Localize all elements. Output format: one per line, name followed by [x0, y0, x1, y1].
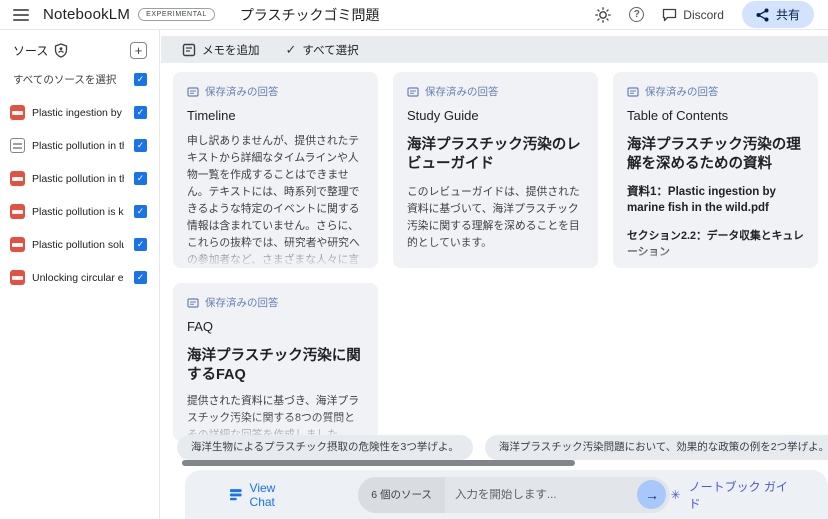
note-card-table-of-contents[interactable]: 保存済みの回答 Table of Contents 海洋プラスチック汚染の理解を…: [613, 72, 818, 268]
discord-link[interactable]: Discord: [662, 8, 724, 22]
view-chat-icon: [229, 488, 243, 501]
source-label: Unlocking circular ec...: [32, 272, 124, 284]
select-all-notes-button[interactable]: ✓ すべて選択: [286, 42, 359, 58]
experimental-badge: EXPERIMENTAL: [138, 8, 215, 21]
source-checkbox[interactable]: [134, 205, 147, 218]
sources-list: Plastic ingestion by m... Plastic pollut…: [0, 96, 159, 294]
saved-response-icon: [187, 297, 199, 309]
share-button[interactable]: 共有: [742, 1, 814, 28]
select-all-sources-label: すべてのソースを選択: [13, 72, 116, 87]
main-area: メモを追加 ✓ すべて選択 保存済みの回答 Timeline 申し訳ありませんが…: [161, 30, 828, 519]
select-all-sources-checkbox[interactable]: [134, 73, 147, 86]
privacy-shield-icon: [54, 43, 68, 58]
note-title: Study Guide: [407, 108, 584, 123]
top-header: NotebookLM EXPERIMENTAL プラスチックゴミ問題 ? Dis…: [0, 0, 828, 30]
theme-toggle-icon: [595, 7, 611, 23]
note-title: Table of Contents: [627, 108, 804, 123]
pdf-icon: [10, 171, 25, 186]
note-title: Timeline: [187, 108, 364, 123]
saved-response-icon: [407, 86, 419, 98]
pdf-icon: [10, 270, 25, 285]
chat-panel: View Chat 6 個のソース → ✳ ノートブック ガイド: [185, 470, 828, 519]
source-count-chip[interactable]: 6 個のソース: [358, 477, 445, 513]
discord-label: Discord: [683, 8, 724, 22]
source-checkbox[interactable]: [134, 106, 147, 119]
pdf-icon: [10, 105, 25, 120]
suggested-questions-row: 海洋生物によるプラスチック摂取の危険性を3つ挙げよ。 海洋プラスチック汚染問題に…: [177, 435, 828, 460]
add-note-icon: [182, 43, 196, 57]
check-icon: ✓: [286, 42, 297, 58]
saved-response-label: 保存済みの回答: [425, 84, 499, 99]
note-bold-line: セクション2.2：データ収集とキュレーション: [627, 227, 804, 259]
menu-icon[interactable]: [13, 9, 29, 21]
source-item[interactable]: Plastic pollution in the...: [0, 129, 159, 162]
chat-input[interactable]: [445, 489, 638, 501]
note-subheading: 用語集: [407, 264, 584, 268]
add-source-button[interactable]: +: [130, 42, 147, 59]
source-checkbox[interactable]: [134, 139, 147, 152]
notebook-guide-label: ノートブック ガイド: [689, 478, 796, 512]
theme-toggle-button[interactable]: [595, 7, 611, 23]
app-logo: NotebookLM: [43, 6, 130, 23]
source-checkbox[interactable]: [134, 271, 147, 284]
saved-response-label: 保存済みの回答: [205, 84, 279, 99]
chat-bubble-icon: [662, 8, 677, 22]
source-label: Plastic pollution soluti...: [32, 239, 124, 251]
note-heading: 海洋プラスチック汚染に関するFAQ: [187, 347, 364, 385]
add-note-button[interactable]: メモを追加: [182, 42, 260, 58]
saved-response-icon: [187, 86, 199, 98]
pdf-icon: [10, 237, 25, 252]
source-label: Plastic pollution is killi...: [32, 206, 124, 218]
horizontal-scrollbar-thumb[interactable]: [182, 460, 575, 466]
sources-sidebar: ソース + すべてのソースを選択 Plastic ingestion by m.…: [0, 30, 160, 519]
source-checkbox[interactable]: [134, 238, 147, 251]
notebook-guide-button[interactable]: ✳ ノートブック ガイド: [671, 478, 797, 512]
source-item[interactable]: Unlocking circular ec...: [0, 261, 159, 294]
saved-notes-grid: 保存済みの回答 Timeline 申し訳ありませんが、提供されたテキストから詳細…: [173, 72, 818, 441]
select-all-sources-row: すべてのソースを選択: [0, 59, 159, 87]
note-body: 申し訳ありませんが、提供されたテキストから詳細なタイムラインや人物一覧を作成する…: [187, 133, 364, 268]
suggested-question-chip[interactable]: 海洋プラスチック汚染問題において、効果的な政策の例を2つ挙げよ。: [485, 435, 828, 460]
source-label: Plastic pollution in the...: [32, 173, 124, 185]
source-item[interactable]: Plastic ingestion by m...: [0, 96, 159, 129]
send-arrow-icon: →: [645, 487, 659, 503]
share-icon: [756, 8, 769, 22]
note-heading: 海洋プラスチック汚染の理解を深めるための資料: [627, 136, 804, 174]
note-heading: 海洋プラスチック汚染のレビューガイド: [407, 136, 584, 174]
sources-title: ソース: [13, 42, 48, 59]
view-chat-button[interactable]: View Chat: [229, 481, 302, 509]
note-card-timeline[interactable]: 保存済みの回答 Timeline 申し訳ありませんが、提供されたテキストから詳細…: [173, 72, 378, 268]
source-item[interactable]: Plastic pollution in the...: [0, 162, 159, 195]
sparkle-icon: ✳: [671, 488, 681, 502]
add-note-label: メモを追加: [202, 42, 260, 58]
notebook-title: プラスチックゴミ問題: [240, 5, 380, 25]
source-label: Plastic pollution in the...: [32, 140, 124, 152]
view-chat-label: View Chat: [250, 481, 303, 509]
send-button[interactable]: →: [637, 480, 666, 509]
note-body: このレビューガイドは、提供された資料に基づいて、海洋プラスチック汚染に関する理解…: [407, 184, 584, 252]
note-title: FAQ: [187, 319, 364, 334]
source-checkbox[interactable]: [134, 172, 147, 185]
note-body: 提供された資料に基づき、海洋プラスチック汚染に関する8つの質問とその詳細な回答を…: [187, 393, 364, 441]
select-all-notes-label: すべて選択: [302, 42, 358, 58]
chat-input-pill: 6 個のソース →: [358, 477, 670, 513]
notes-toolbar: メモを追加 ✓ すべて選択: [161, 36, 828, 63]
note-card-faq[interactable]: 保存済みの回答 FAQ 海洋プラスチック汚染に関するFAQ 提供された資料に基づ…: [173, 283, 378, 441]
share-label: 共有: [776, 6, 800, 23]
help-button[interactable]: ?: [629, 7, 644, 22]
source-label: Plastic ingestion by m...: [32, 107, 124, 119]
doc-icon: [10, 138, 25, 153]
help-icon: ?: [629, 7, 644, 22]
suggested-question-chip[interactable]: 海洋生物によるプラスチック摂取の危険性を3つ挙げよ。: [177, 435, 473, 460]
source-item[interactable]: Plastic pollution soluti...: [0, 228, 159, 261]
source-item[interactable]: Plastic pollution is killi...: [0, 195, 159, 228]
note-faded-text: 本研究で使用したデータは、Web of Science データベースから収集した: [627, 267, 804, 268]
saved-response-label: 保存済みの回答: [205, 295, 279, 310]
saved-response-label: 保存済みの回答: [645, 84, 719, 99]
note-card-study-guide[interactable]: 保存済みの回答 Study Guide 海洋プラスチック汚染のレビューガイド こ…: [393, 72, 598, 268]
saved-response-icon: [627, 86, 639, 98]
pdf-icon: [10, 204, 25, 219]
note-bold-line: 資料1：Plastic ingestion by marine fish in …: [627, 184, 804, 216]
